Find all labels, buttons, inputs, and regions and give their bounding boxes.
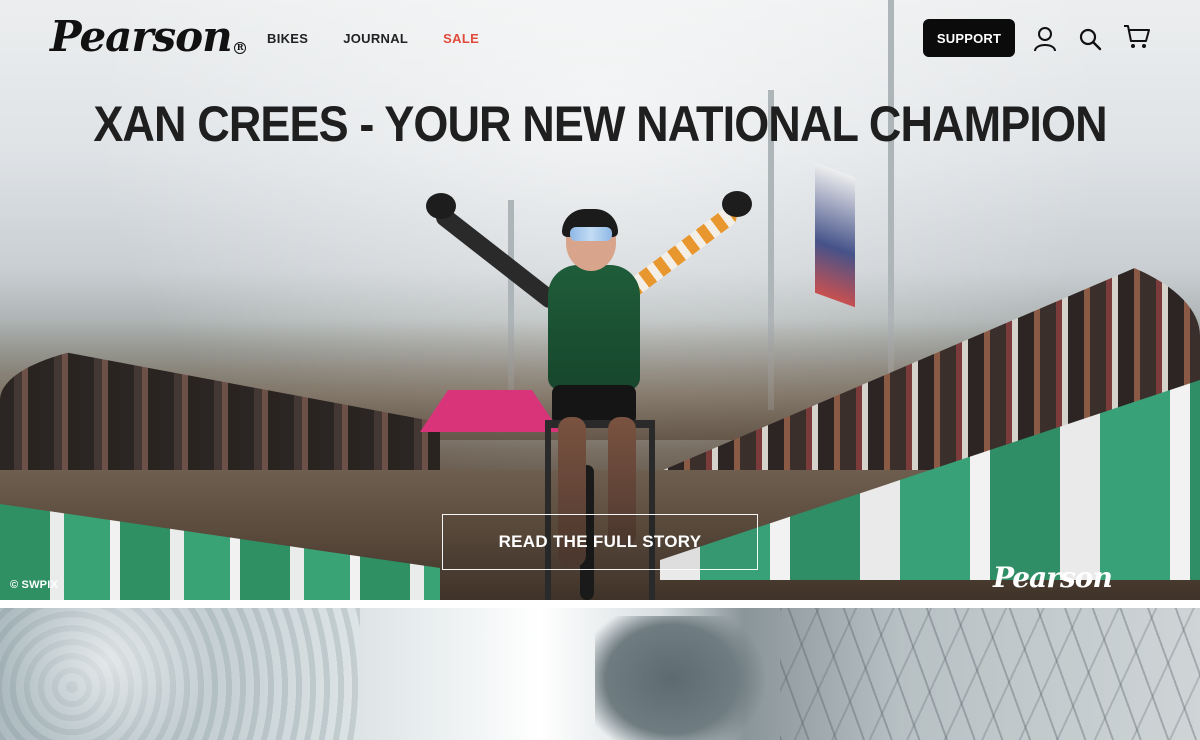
pearson-logo[interactable]: Pearson R bbox=[50, 12, 246, 62]
account-button[interactable] bbox=[1030, 24, 1060, 54]
next-hero-image bbox=[0, 608, 1200, 740]
registered-mark: R bbox=[233, 42, 246, 54]
account-icon bbox=[1034, 27, 1056, 52]
hero-watermark-logo: Pearson bbox=[993, 561, 1113, 594]
search-button[interactable] bbox=[1075, 24, 1105, 54]
tree-branches bbox=[780, 608, 1200, 740]
photo-credit: © SWPIX bbox=[10, 579, 59, 591]
rider-glove bbox=[722, 191, 752, 217]
rider-jersey bbox=[548, 265, 640, 390]
nav-journal[interactable]: JOURNAL bbox=[343, 30, 408, 48]
cart-button[interactable] bbox=[1122, 22, 1152, 52]
foliage bbox=[0, 608, 360, 740]
flag bbox=[815, 162, 855, 308]
hero-headline: XAN CREES - YOUR NEW NATIONAL CHAMPION bbox=[93, 96, 1107, 152]
cart-icon bbox=[1124, 25, 1150, 48]
read-full-story-button[interactable]: READ THE FULL STORY bbox=[442, 514, 758, 570]
logo-wordmark: Pearson bbox=[50, 12, 233, 61]
hero-banner: XAN CREES - YOUR NEW NATIONAL CHAMPION R… bbox=[0, 0, 1200, 600]
rider-glove bbox=[426, 193, 456, 219]
main-nav: BIKES JOURNAL SALE bbox=[267, 30, 514, 48]
nav-bikes[interactable]: BIKES bbox=[267, 30, 308, 48]
search-icon bbox=[1079, 28, 1102, 51]
rider-glasses bbox=[570, 227, 612, 241]
rider-silhouette bbox=[595, 616, 765, 740]
support-button[interactable]: SUPPORT bbox=[923, 19, 1015, 57]
rider-arm bbox=[432, 204, 562, 312]
nav-sale[interactable]: SALE bbox=[443, 30, 479, 48]
site-header: Pearson R BIKES JOURNAL SALE SUPPORT bbox=[0, 0, 1200, 80]
